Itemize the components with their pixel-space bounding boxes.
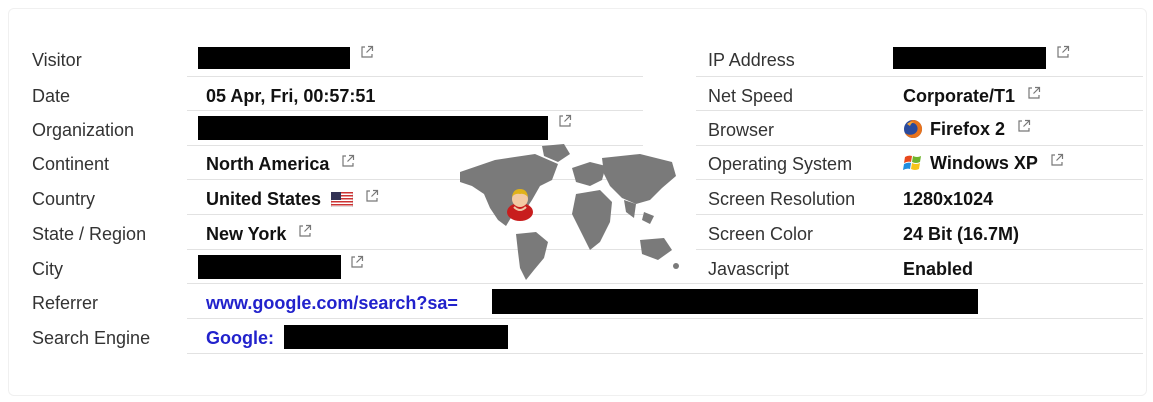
net-speed-text: Corporate/T1 [903, 86, 1016, 106]
net-speed-label: Net Speed [708, 86, 794, 106]
state-region-value: New York [206, 224, 312, 244]
external-link-icon[interactable] [1027, 86, 1041, 100]
external-link-icon[interactable] [1017, 119, 1031, 133]
continent-label: Continent [32, 154, 110, 174]
row-divider [696, 145, 1143, 146]
visitor-avatar-icon [505, 185, 535, 221]
operating-system-label: Operating System [708, 154, 853, 174]
external-link-icon[interactable] [1050, 153, 1064, 167]
row-divider [187, 353, 1143, 354]
state-region-label: State / Region [32, 224, 147, 244]
browser-text: Firefox 2 [930, 119, 1006, 139]
row-divider [696, 110, 1143, 111]
windows-icon [903, 153, 923, 173]
continent-text: North America [206, 154, 330, 174]
screen-resolution-value: 1280x1024 [903, 189, 994, 209]
javascript-value: Enabled [903, 259, 974, 279]
operating-system-value: Windows XP [903, 153, 1064, 173]
country-label: Country [32, 189, 96, 209]
referrer-link[interactable]: www.google.com/search?sa= [206, 293, 458, 313]
browser-label: Browser [708, 120, 775, 140]
city-label: City [32, 259, 63, 279]
ip-address-redacted-value [893, 47, 1046, 69]
row-divider [696, 249, 1143, 250]
referrer-redacted-value [492, 289, 978, 314]
row-divider [696, 76, 1143, 77]
javascript-label: Javascript [708, 259, 790, 279]
referrer-label: Referrer [32, 293, 99, 313]
screen-color-label: Screen Color [708, 224, 814, 244]
external-link-icon[interactable] [558, 114, 572, 128]
row-divider [187, 318, 1143, 319]
external-link-icon[interactable] [350, 255, 364, 269]
row-divider [187, 283, 1143, 284]
date-value: 05 Apr, Fri, 00:57:51 [206, 86, 376, 106]
row-divider [696, 214, 1143, 215]
search-engine-link[interactable]: Google: [206, 328, 274, 348]
visitor-redacted-value [198, 47, 350, 69]
city-redacted-value [198, 255, 341, 279]
country-text: United States [206, 189, 322, 209]
organization-redacted-value [198, 116, 548, 140]
organization-label: Organization [32, 120, 135, 140]
search-engine-redacted-value [284, 325, 508, 349]
world-map [440, 142, 680, 282]
visitor-label: Visitor [32, 50, 82, 70]
continent-value: North America [206, 154, 355, 174]
row-divider [187, 110, 643, 111]
row-divider [187, 76, 643, 77]
state-region-text: New York [206, 224, 287, 244]
firefox-icon [903, 119, 923, 139]
net-speed-value: Corporate/T1 [903, 86, 1041, 106]
date-label: Date [32, 86, 71, 106]
browser-value: Firefox 2 [903, 119, 1031, 139]
external-link-icon[interactable] [1056, 45, 1070, 59]
operating-system-text: Windows XP [930, 153, 1038, 173]
screen-resolution-label: Screen Resolution [708, 189, 856, 209]
country-value: United States [206, 189, 379, 209]
search-engine-label: Search Engine [32, 328, 151, 348]
ip-address-label: IP Address [708, 50, 795, 70]
external-link-icon[interactable] [360, 45, 374, 59]
us-flag-icon [330, 191, 354, 207]
external-link-icon[interactable] [298, 224, 312, 238]
external-link-icon[interactable] [365, 189, 379, 203]
screen-color-value: 24 Bit (16.7M) [903, 224, 1020, 244]
row-divider [696, 179, 1143, 180]
external-link-icon[interactable] [341, 154, 355, 168]
